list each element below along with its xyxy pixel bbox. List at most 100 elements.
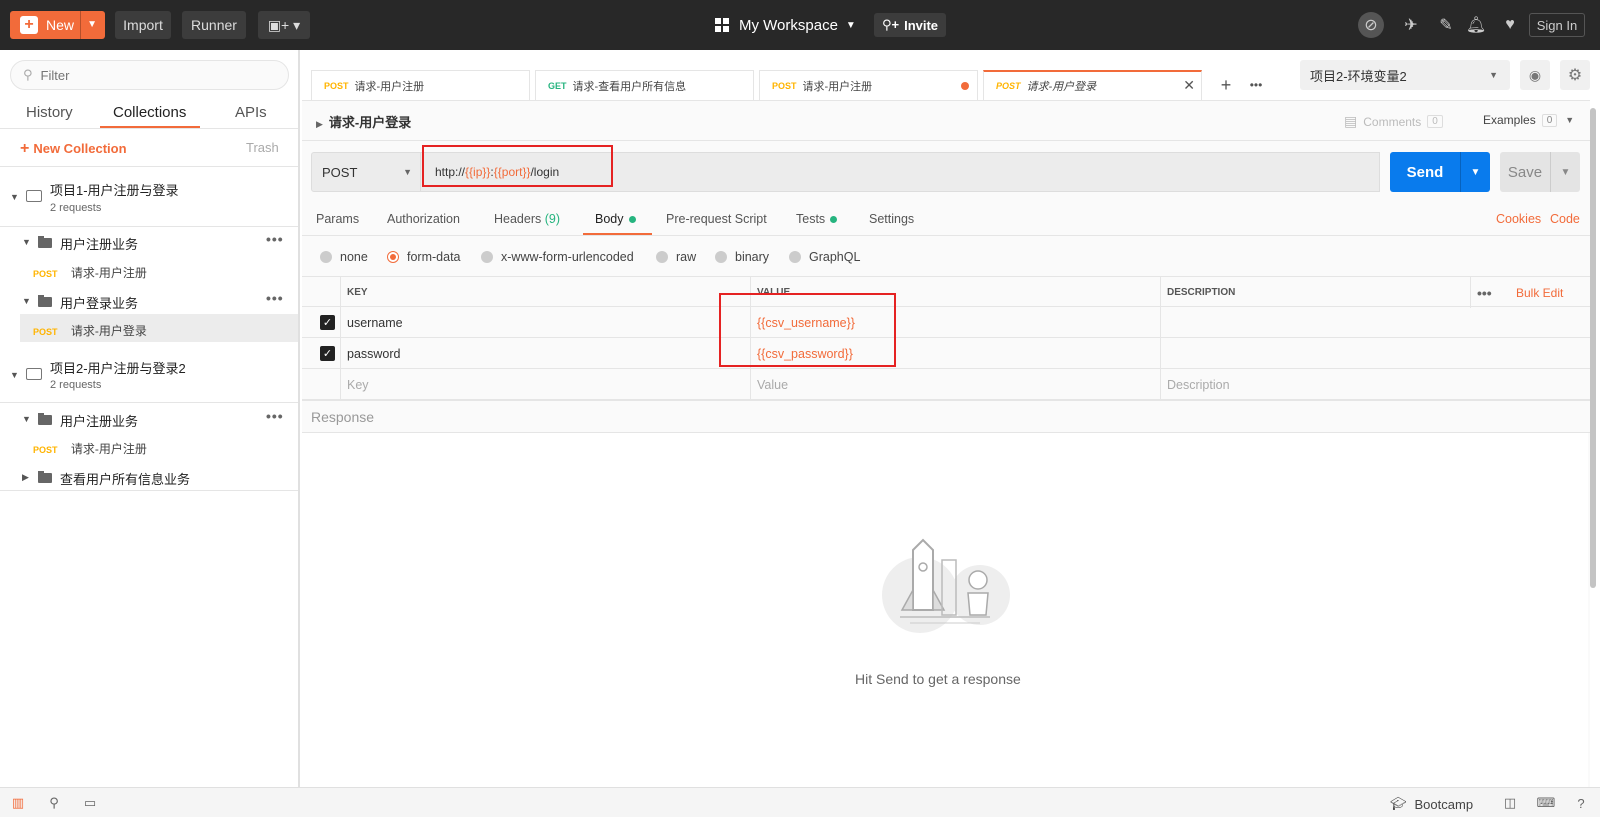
tab-prerequest-script[interactable]: Pre-request Script [666,212,767,226]
collection-title[interactable]: 项目1-用户注册与登录 [50,180,179,199]
more-icon[interactable]: ••• [1470,277,1510,308]
caret-down-icon[interactable]: ▼ [22,414,31,424]
more-tabs-icon[interactable]: ••• [1242,71,1270,99]
key-placeholder[interactable]: Key [340,369,750,400]
add-tab-button[interactable]: + [1212,71,1240,99]
sync-off-icon[interactable]: ⊘ [1358,12,1384,38]
request-tab[interactable]: POST 请求-用户注册 [759,70,978,100]
send-button[interactable]: Send ▼ [1390,152,1490,192]
new-window-icon: ▣+ ▾ [267,16,301,33]
request-name: 请求-用户注册 [70,442,147,456]
heart-icon[interactable]: ♥ [1500,15,1520,35]
description-placeholder[interactable]: Description [1160,369,1590,400]
cookies-link[interactable]: Cookies [1496,212,1541,226]
chevron-down-icon[interactable]: ▼ [87,19,97,30]
tab-params[interactable]: Params [316,212,359,226]
checkbox-checked[interactable]: ✓ [320,315,335,330]
new-button[interactable]: + New ▼ [10,11,105,39]
environment-selector[interactable]: 项目2-环境变量2 ▼ [1300,60,1510,90]
radio-raw[interactable]: raw [656,250,696,264]
table-row-empty: Key Value Description [302,369,1590,400]
bulk-edit-link[interactable]: Bulk Edit [1510,277,1590,308]
chevron-down-icon[interactable]: ▼ [1461,167,1490,178]
request-title[interactable]: ▶ 请求-用户登录 [316,112,411,131]
gear-icon[interactable]: ⚙ [1560,60,1590,90]
trash-link[interactable]: Trash [246,140,279,155]
caret-right-icon[interactable]: ▶ [22,472,29,483]
code-link[interactable]: Code [1550,212,1580,226]
key-cell[interactable]: username [340,307,750,338]
list-item[interactable]: POST 请求-用户登录 [33,322,147,339]
filter-input[interactable] [40,67,261,83]
more-icon[interactable]: ••• [266,231,284,247]
list-item[interactable]: POST 请求-用户注册 [33,440,147,457]
request-tab[interactable]: GET 请求-查看用户所有信息 [535,70,754,100]
list-item[interactable]: POST 请求-用户注册 [33,264,147,281]
more-icon[interactable]: ••• [266,408,284,424]
chevron-down-icon[interactable]: ▼ [1551,167,1580,178]
sidebar-toggle-icon[interactable]: ▥ [9,795,27,811]
collection-title[interactable]: 项目2-用户注册与登录2 [50,358,186,377]
tab-headers[interactable]: Headers (9) [494,212,560,226]
runner-button[interactable]: Runner [182,11,246,39]
folder-title[interactable]: 查看用户所有信息业务 [60,469,190,488]
radio-urlencoded[interactable]: x-www-form-urlencoded [481,250,634,264]
tab-tests[interactable]: Tests [796,212,838,226]
request-tab[interactable]: POST 请求-用户注册 [311,70,530,100]
collection-folder-icon [26,368,42,380]
chevron-down-icon: ▼ [403,167,412,177]
scrollbar-thumb[interactable] [1590,108,1596,588]
description-cell[interactable] [1160,338,1590,369]
save-button[interactable]: Save ▼ [1500,152,1580,192]
folder-title[interactable]: 用户登录业务 [60,293,138,312]
new-window-button[interactable]: ▣+ ▾ [258,11,310,39]
two-pane-icon[interactable]: ◫ [1501,795,1519,811]
comments-label: Comments [1363,114,1422,129]
tab-settings[interactable]: Settings [869,212,914,226]
radio-binary[interactable]: binary [715,250,769,264]
help-icon[interactable]: ? [1572,795,1590,811]
table-row: ✓ password {{csv_password}} [302,338,1590,369]
examples-button[interactable]: Examples 0 ▼ [1483,113,1574,127]
description-cell[interactable] [1160,307,1590,338]
filter-field[interactable]: ⚲ [10,60,289,90]
checkbox-checked[interactable]: ✓ [320,346,335,361]
search-icon[interactable]: ⚲ [45,795,63,811]
bootcamp-button[interactable]: 🎓︎ Bootcamp [1390,796,1473,812]
request-tab-active[interactable]: POST 请求-用户登录 ✕ [983,70,1202,100]
comments-button[interactable]: ▤ Comments 0 [1344,113,1443,130]
radio-graphql[interactable]: GraphQL [789,250,860,264]
tab-body[interactable]: Body [595,212,636,226]
import-button[interactable]: Import [115,11,171,39]
keyboard-icon[interactable]: ⌨ [1537,795,1556,811]
value-placeholder[interactable]: Value [750,369,1160,400]
radio-label: binary [735,250,770,264]
new-collection-button[interactable]: + New Collection [20,140,127,158]
annotation-box-url [422,145,613,187]
tab-authorization[interactable]: Authorization [387,212,460,226]
caret-down-icon[interactable]: ▼ [10,370,19,380]
tab-history[interactable]: History [26,104,73,121]
signin-button[interactable]: Sign In [1529,13,1585,37]
caret-down-icon[interactable]: ▼ [22,237,31,247]
radio-none[interactable]: none [320,250,368,264]
eye-icon[interactable]: ◉ [1520,60,1550,90]
close-icon[interactable]: ✕ [1183,77,1195,94]
satellite-icon[interactable]: ✈ [1401,15,1421,35]
scrollbar[interactable] [1588,100,1598,787]
workspace-selector[interactable]: My Workspace ▼ [715,13,856,37]
radio-form-data[interactable]: form-data [387,250,461,264]
key-cell[interactable]: password [340,338,750,369]
method-select[interactable]: POST ▼ [311,152,421,192]
caret-down-icon[interactable]: ▼ [22,296,31,306]
folder-title[interactable]: 用户注册业务 [60,411,138,430]
folder-title[interactable]: 用户注册业务 [60,234,138,253]
console-icon[interactable]: ▭ [81,795,99,811]
bell-icon[interactable]: 🔔︎ [1466,15,1486,35]
more-icon[interactable]: ••• [266,290,284,306]
tab-collections[interactable]: Collections [113,104,186,121]
wrench-icon[interactable]: ✎ [1436,15,1456,35]
invite-button[interactable]: ⚲+ Invite [874,13,946,37]
caret-down-icon[interactable]: ▼ [10,192,19,202]
tab-apis[interactable]: APIs [235,104,267,121]
